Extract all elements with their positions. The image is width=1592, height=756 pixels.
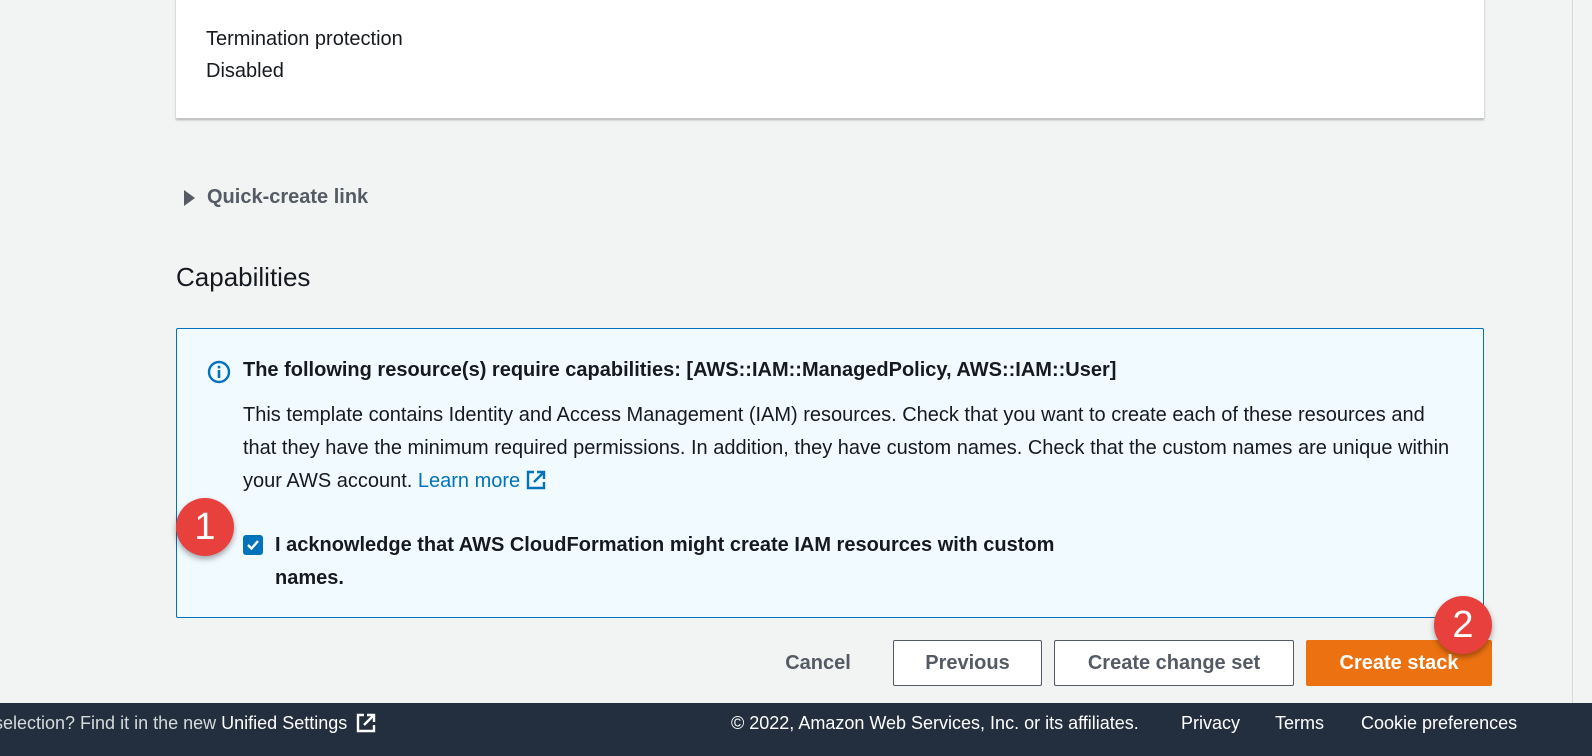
- alert-body: This template contains Identity and Acce…: [243, 399, 1453, 498]
- stack-details-card: Termination protection Disabled: [176, 0, 1484, 119]
- alert-heading: The following resource(s) require capabi…: [243, 359, 1117, 381]
- create-change-set-button[interactable]: Create change set: [1054, 640, 1294, 686]
- cookie-preferences-link[interactable]: Cookie preferences: [1361, 713, 1517, 734]
- cancel-button[interactable]: Cancel: [770, 640, 866, 686]
- privacy-link[interactable]: Privacy: [1181, 713, 1240, 734]
- acknowledge-checkbox[interactable]: [243, 535, 263, 555]
- termination-protection-label: Termination protection: [206, 28, 403, 50]
- vertical-scrollbar[interactable]: [1568, 0, 1592, 703]
- acknowledge-row[interactable]: I acknowledge that AWS CloudFormation mi…: [243, 529, 1095, 595]
- external-link-icon: [526, 470, 546, 490]
- termination-protection-value: Disabled: [206, 60, 284, 82]
- quick-create-link-label: Quick-create link: [207, 186, 369, 208]
- external-link-icon: [357, 713, 376, 733]
- learn-more-link[interactable]: Learn more: [418, 470, 546, 492]
- unified-settings-notice: selection? Find it in the new Unified Se…: [0, 713, 376, 734]
- copyright-text: © 2022, Amazon Web Services, Inc. or its…: [731, 713, 1139, 733]
- footer: selection? Find it in the new Unified Se…: [0, 703, 1592, 756]
- unified-settings-prefix: selection? Find it in the new: [0, 713, 217, 733]
- previous-button[interactable]: Previous: [893, 640, 1042, 686]
- acknowledge-label[interactable]: I acknowledge that AWS CloudFormation mi…: [275, 529, 1095, 595]
- annotation-marker-1: 1: [176, 498, 234, 556]
- quick-create-link-expander[interactable]: Quick-create link: [184, 186, 368, 209]
- unified-settings-link[interactable]: Unified Settings: [221, 713, 376, 733]
- caret-right-icon: [184, 189, 195, 206]
- annotation-marker-2: 2: [1434, 596, 1492, 654]
- capabilities-info-alert: The following resource(s) require capabi…: [176, 328, 1484, 618]
- scrollbar-thumb[interactable]: [1572, 0, 1589, 703]
- checkmark-icon: [247, 540, 259, 551]
- terms-link[interactable]: Terms: [1275, 713, 1324, 734]
- capabilities-heading: Capabilities: [176, 262, 311, 292]
- info-icon: [207, 360, 231, 384]
